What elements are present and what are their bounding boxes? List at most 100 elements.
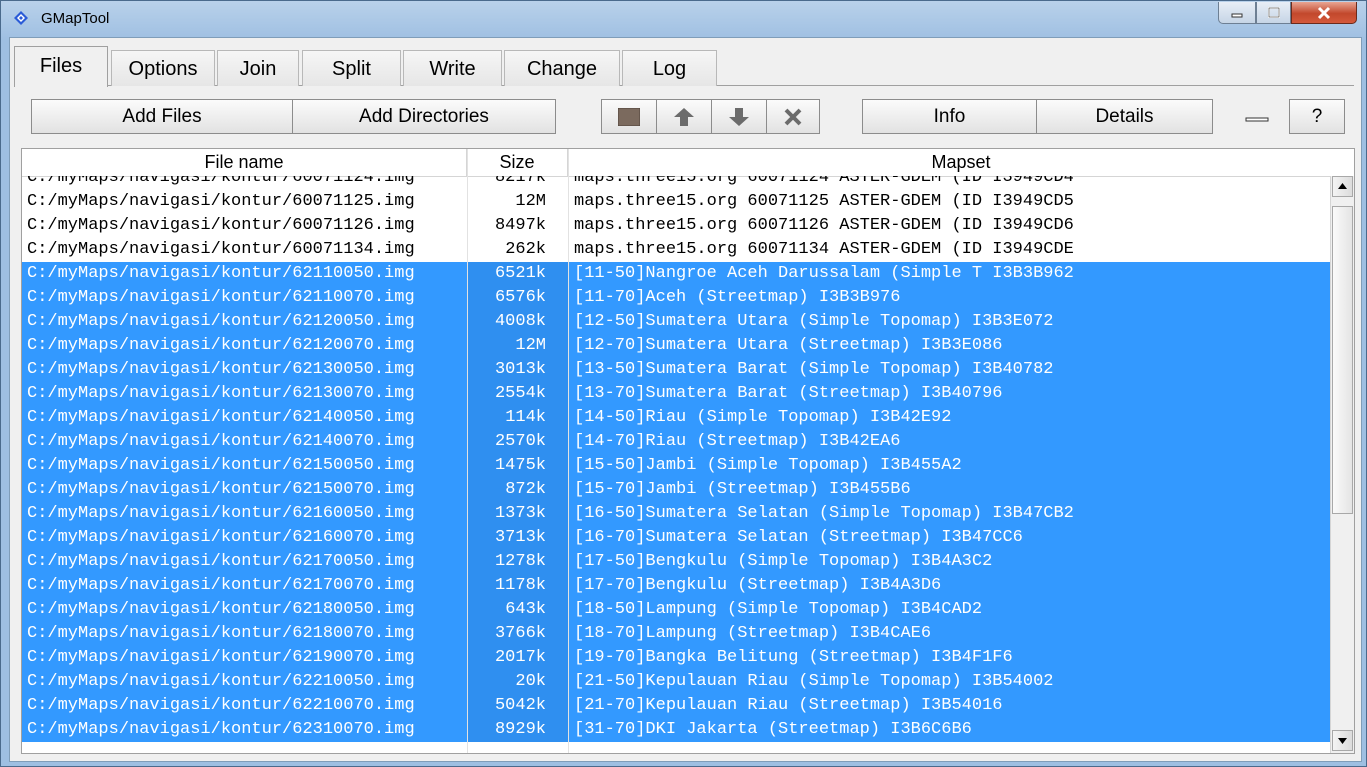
table-row[interactable]: C:/myMaps/navigasi/kontur/60071125.img 12… (22, 190, 1330, 214)
table-row[interactable]: C:/myMaps/navigasi/kontur/60071134.img 26… (22, 238, 1330, 262)
cell-mapset: [15-50]Jambi (Simple Topomap) I3B455A2 (574, 456, 962, 475)
cell-file-name: C:/myMaps/navigasi/kontur/62310070.img (27, 720, 415, 739)
info-button[interactable]: Info (862, 99, 1037, 134)
table-row[interactable]: C:/myMaps/navigasi/kontur/60071126.img 84… (22, 214, 1330, 238)
cell-size-value: 12M (515, 336, 546, 355)
table-row[interactable]: C:/myMaps/navigasi/kontur/62120070.img 12… (22, 334, 1330, 358)
cell-mapset: [18-50]Lampung (Simple Topomap) I3B4CAD2 (574, 600, 983, 619)
cell-size-value: 6521k (494, 264, 546, 283)
table-row[interactable]: C:/myMaps/navigasi/kontur/62190070.img 20… (22, 646, 1330, 670)
move-down-button[interactable] (711, 99, 767, 134)
details-button[interactable]: Details (1036, 99, 1213, 134)
cell-file-name: C:/myMaps/navigasi/kontur/62180070.img (27, 624, 415, 643)
minimize-icon (1231, 13, 1243, 17)
cell-file-name: C:/myMaps/navigasi/kontur/62180050.img (27, 600, 415, 619)
arrow-down-icon (729, 108, 749, 126)
tab-change[interactable]: Change (504, 50, 620, 86)
cell-file-name: C:/myMaps/navigasi/kontur/62130070.img (27, 384, 415, 403)
cell-size-value: 3013k (494, 360, 546, 379)
cell-file-name: C:/myMaps/navigasi/kontur/62210070.img (27, 696, 415, 715)
scroll-down-button[interactable] (1332, 730, 1353, 751)
column-header-mapset[interactable]: Mapset (568, 149, 1354, 176)
add-files-button[interactable]: Add Files (31, 99, 293, 134)
stop-button[interactable] (601, 99, 657, 134)
table-row[interactable]: C:/myMaps/navigasi/kontur/62140070.img 25… (22, 430, 1330, 454)
table-row[interactable]: C:/myMaps/navigasi/kontur/62120050.img 40… (22, 310, 1330, 334)
cell-size: 6576k (468, 286, 568, 310)
cell-size: 1178k (468, 574, 568, 598)
remove-button[interactable] (766, 99, 820, 134)
cell-mapset: [14-50]Riau (Simple Topomap) I3B42E92 (574, 408, 952, 427)
cell-file-name: C:/myMaps/navigasi/kontur/62110050.img (27, 264, 415, 283)
table-row[interactable]: C:/myMaps/navigasi/kontur/62210050.img 20… (22, 670, 1330, 694)
scroll-up-icon (1338, 183, 1347, 189)
column-separator[interactable] (467, 149, 468, 753)
scroll-thumb[interactable] (1332, 206, 1353, 514)
title-bar[interactable]: GMapTool (1, 1, 1366, 35)
cell-size: 4008k (468, 310, 568, 334)
scroll-up-button[interactable] (1332, 176, 1353, 197)
cell-file-name: C:/myMaps/navigasi/kontur/62190070.img (27, 648, 415, 667)
tab-split[interactable]: Split (302, 50, 401, 86)
table-row[interactable]: C:/myMaps/navigasi/kontur/62180050.img 64… (22, 598, 1330, 622)
cell-mapset: [12-70]Sumatera Utara (Streetmap) I3B3E0… (574, 336, 1003, 355)
cell-mapset: [11-70]Aceh (Streetmap) I3B3B976 (574, 288, 901, 307)
cell-size-value: 2554k (494, 384, 546, 403)
cell-file-name: C:/myMaps/navigasi/kontur/62110070.img (27, 288, 415, 307)
table-row[interactable]: C:/myMaps/navigasi/kontur/62110070.img 65… (22, 286, 1330, 310)
table-row[interactable]: C:/myMaps/navigasi/kontur/62160050.img 13… (22, 502, 1330, 526)
cell-mapset: [17-70]Bengkulu (Streetmap) I3B4A3D6 (574, 576, 942, 595)
minimize-button[interactable] (1218, 2, 1256, 24)
cell-size: 20k (468, 670, 568, 694)
cell-size-value: 1178k (494, 576, 546, 595)
arrow-up-icon (674, 108, 694, 126)
table-row[interactable]: C:/myMaps/navigasi/kontur/62130070.img 25… (22, 382, 1330, 406)
cell-file-name: C:/myMaps/navigasi/kontur/62150050.img (27, 456, 415, 475)
table-row[interactable]: C:/myMaps/navigasi/kontur/62130050.img 30… (22, 358, 1330, 382)
cell-size-value: 8497k (494, 216, 546, 235)
add-directories-button[interactable]: Add Directories (292, 99, 556, 134)
table-row[interactable]: C:/myMaps/navigasi/kontur/62110050.img 65… (22, 262, 1330, 286)
table-row[interactable]: C:/myMaps/navigasi/kontur/62140050.img 11… (22, 406, 1330, 430)
column-header-file[interactable]: File name (22, 149, 467, 176)
cell-size-value: 1278k (494, 552, 546, 571)
table-row[interactable]: C:/myMaps/navigasi/kontur/62150070.img 87… (22, 478, 1330, 502)
tab-write[interactable]: Write (403, 50, 502, 86)
cell-size-value: 2570k (494, 432, 546, 451)
cell-file-name: C:/myMaps/navigasi/kontur/62140050.img (27, 408, 415, 427)
column-separator[interactable] (568, 149, 569, 753)
cell-file-name: C:/myMaps/navigasi/kontur/62120050.img (27, 312, 415, 331)
delete-x-icon (784, 108, 802, 126)
table-row[interactable]: C:/myMaps/navigasi/kontur/62310070.img 89… (22, 718, 1330, 742)
maximize-button[interactable] (1256, 2, 1291, 24)
cell-size: 12M (468, 334, 568, 358)
vertical-scrollbar[interactable] (1330, 176, 1354, 753)
cell-mapset: [16-70]Sumatera Selatan (Streetmap) I3B4… (574, 528, 1023, 547)
column-header-size[interactable]: Size (467, 149, 568, 176)
tab-options[interactable]: Options (111, 50, 215, 86)
table-row[interactable]: C:/myMaps/navigasi/kontur/62160070.img 37… (22, 526, 1330, 550)
cell-size: 643k (468, 598, 568, 622)
cell-size-value: 1373k (494, 504, 546, 523)
table-row[interactable]: C:/myMaps/navigasi/kontur/62170050.img 12… (22, 550, 1330, 574)
cell-mapset: [17-50]Bengkulu (Simple Topomap) I3B4A3C… (574, 552, 993, 571)
table-row[interactable]: C:/myMaps/navigasi/kontur/62170070.img 11… (22, 574, 1330, 598)
help-button[interactable]: ? (1289, 99, 1345, 134)
collapse-toggle[interactable] (1245, 109, 1269, 123)
cell-size: 8217k (468, 176, 568, 190)
tab-files[interactable]: Files (14, 46, 108, 87)
table-row[interactable]: C:/myMaps/navigasi/kontur/62210070.img 50… (22, 694, 1330, 718)
move-up-button[interactable] (656, 99, 712, 134)
cell-mapset: [18-70]Lampung (Streetmap) I3B4CAE6 (574, 624, 932, 643)
cell-mapset: maps.three15.org 60071124 ASTER-GDEM (ID… (574, 176, 1074, 187)
tab-log[interactable]: Log (622, 50, 717, 86)
cell-mapset: [13-50]Sumatera Barat (Simple Topomap) I… (574, 360, 1054, 379)
cell-mapset: maps.three15.org 60071134 ASTER-GDEM (ID… (574, 240, 1074, 259)
cell-mapset: maps.three15.org 60071125 ASTER-GDEM (ID… (574, 192, 1074, 211)
close-button[interactable] (1291, 2, 1357, 24)
collapse-icon (1245, 117, 1269, 122)
table-row[interactable]: C:/myMaps/navigasi/kontur/62180070.img 37… (22, 622, 1330, 646)
table-row[interactable]: C:/myMaps/navigasi/kontur/62150050.img 14… (22, 454, 1330, 478)
table-row[interactable]: C:/myMaps/navigasi/kontur/60071124.img 82… (22, 176, 1330, 190)
tab-join[interactable]: Join (217, 50, 299, 86)
